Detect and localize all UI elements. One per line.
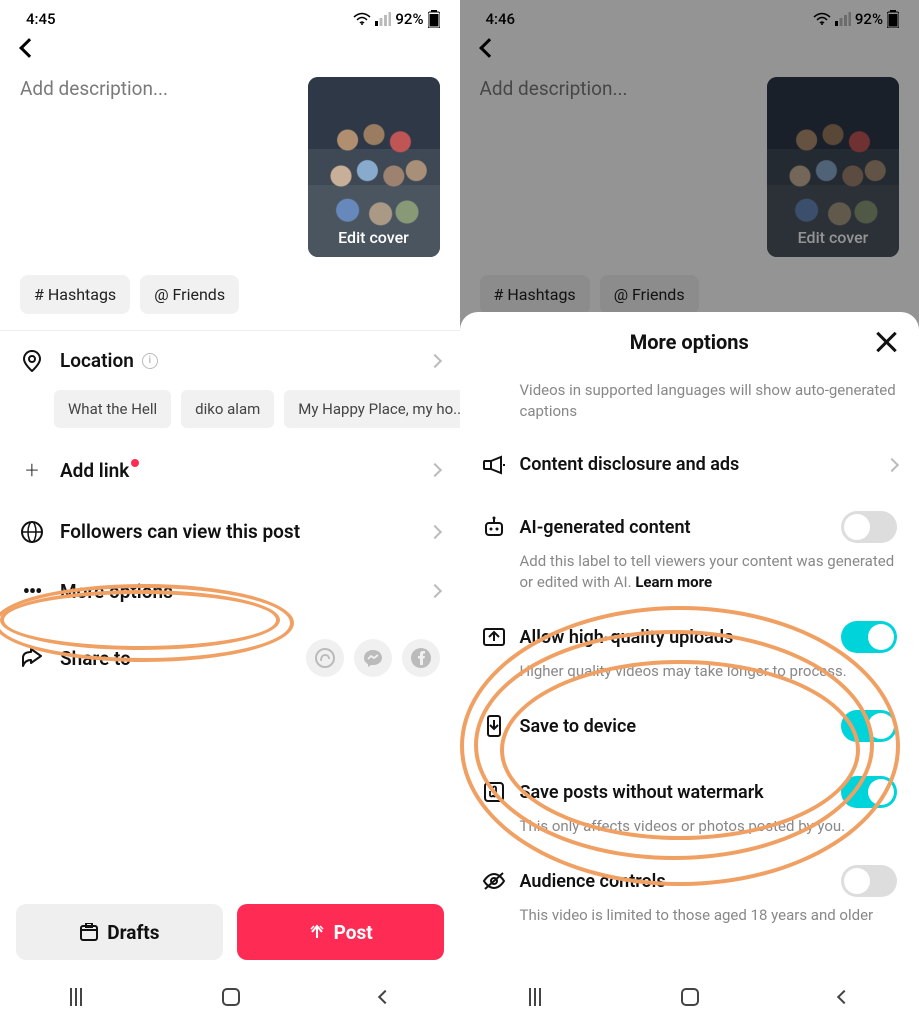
status-right: 92% (353, 10, 439, 28)
privacy-label: Followers can view this post (60, 520, 414, 543)
location-chip[interactable]: My Happy Place, my ho... (284, 390, 459, 428)
robot-icon (482, 516, 506, 538)
add-link-label: Add link (60, 459, 414, 482)
nav-bar (460, 970, 919, 1024)
hq-uploads-desc: Higher quality videos may take longer to… (482, 657, 898, 696)
watermark-icon (482, 781, 506, 803)
learn-more-link[interactable]: Learn more (635, 573, 712, 591)
audience-toggle[interactable] (841, 865, 897, 897)
chevron-right-icon (427, 353, 441, 367)
chevron-right-icon (427, 584, 441, 598)
ai-content-desc: Add this label to tell viewers your cont… (482, 547, 898, 607)
sheet-title: More options (630, 330, 749, 354)
privacy-row[interactable]: Followers can view this post (0, 502, 460, 561)
post-button[interactable]: Post (237, 904, 444, 960)
content-disclosure-row[interactable]: Content disclosure and ads (482, 440, 898, 479)
nav-back-button[interactable] (837, 990, 851, 1004)
friends-chip[interactable]: @ Friends (140, 275, 239, 314)
download-icon (482, 715, 506, 737)
ai-content-row[interactable]: AI-generated content (482, 497, 898, 547)
close-icon[interactable] (873, 329, 899, 355)
nav-back-button[interactable] (377, 990, 391, 1004)
audience-desc: This video is limited to those aged 18 y… (482, 901, 898, 940)
captions-desc: Videos in supported languages will show … (482, 372, 898, 440)
share-to-row: Share to (0, 621, 460, 695)
save-watermark-toggle[interactable] (841, 776, 897, 808)
save-device-row[interactable]: Save to device (482, 696, 898, 746)
hd-icon (482, 627, 506, 647)
hq-uploads-row[interactable]: Allow high-quality uploads (482, 607, 898, 657)
video-thumbnail[interactable]: Edit cover (308, 77, 440, 257)
globe-icon (20, 521, 44, 543)
drafts-icon (79, 923, 99, 941)
ai-content-label: AI-generated content (520, 517, 828, 538)
signal-icon (375, 12, 391, 26)
location-chip[interactable]: diko alam (181, 390, 274, 428)
facebook-icon[interactable] (402, 639, 440, 677)
location-icon (20, 350, 44, 372)
location-chip[interactable]: What the Hell (54, 390, 171, 428)
eye-off-icon (482, 871, 506, 891)
sheet-header: More options (460, 312, 919, 372)
share-icon (20, 648, 44, 668)
save-watermark-label: Save posts without watermark (520, 782, 828, 803)
content-disclosure-label: Content disclosure and ads (520, 454, 874, 475)
wifi-icon (353, 12, 371, 26)
status-bar: 4:45 92% (0, 0, 460, 34)
recents-button[interactable] (70, 988, 82, 1006)
chevron-right-icon (427, 463, 441, 477)
more-options-row[interactable]: ••• More options (0, 561, 460, 621)
save-device-toggle[interactable] (841, 710, 897, 742)
hq-uploads-toggle[interactable] (841, 621, 897, 653)
back-button[interactable] (0, 34, 460, 67)
dots-icon: ••• (20, 579, 44, 603)
save-watermark-desc: This only affects videos or photos poste… (482, 812, 898, 851)
save-device-label: Save to device (520, 716, 828, 737)
hq-uploads-label: Allow high-quality uploads (520, 627, 828, 648)
location-label: Locationi (60, 349, 414, 372)
drafts-button[interactable]: Drafts (16, 904, 223, 960)
home-button[interactable] (222, 988, 240, 1006)
location-suggestions: What the Hell diko alam My Happy Place, … (0, 390, 460, 438)
messenger-icon[interactable] (354, 639, 392, 677)
nav-bar (0, 970, 460, 1024)
info-icon: i (142, 353, 158, 369)
megaphone-icon (482, 455, 506, 475)
recents-button[interactable] (529, 988, 541, 1006)
location-row[interactable]: Locationi (0, 331, 460, 390)
whatsapp-icon[interactable] (306, 639, 344, 677)
save-watermark-row[interactable]: Save posts without watermark (482, 762, 898, 812)
chevron-right-icon (885, 457, 899, 471)
audience-controls-row[interactable]: Audience controls (482, 851, 898, 901)
edit-cover-button[interactable]: Edit cover (308, 228, 440, 247)
home-button[interactable] (681, 988, 699, 1006)
bottom-buttons: Drafts Post (0, 904, 460, 960)
more-options-label: More options (60, 580, 414, 603)
chips-row: # Hashtags @ Friends (0, 275, 460, 330)
hashtags-chip[interactable]: # Hashtags (20, 275, 130, 314)
description-area: Add description... Edit cover (0, 67, 460, 275)
audience-label: Audience controls (520, 871, 828, 892)
right-screenshot: 4:46 92% Add description... Edit cover #… (460, 0, 919, 1024)
red-dot-icon (131, 459, 139, 467)
description-input[interactable]: Add description... (20, 77, 294, 257)
add-link-row[interactable]: + Add link (0, 438, 460, 502)
left-screenshot: 4:45 92% Add description... Edit cover #… (0, 0, 460, 1024)
sheet-body[interactable]: Videos in supported languages will show … (460, 372, 919, 940)
plus-icon: + (20, 456, 44, 484)
chevron-left-icon (19, 38, 39, 58)
more-options-sheet: More options Videos in supported languag… (460, 312, 919, 1024)
status-time: 4:45 (26, 10, 56, 28)
post-icon (308, 923, 326, 941)
battery-icon (428, 10, 440, 28)
chevron-right-icon (427, 524, 441, 538)
share-to-label: Share to (60, 647, 290, 670)
battery-percent: 92% (395, 10, 423, 28)
ai-content-toggle[interactable] (841, 511, 897, 543)
